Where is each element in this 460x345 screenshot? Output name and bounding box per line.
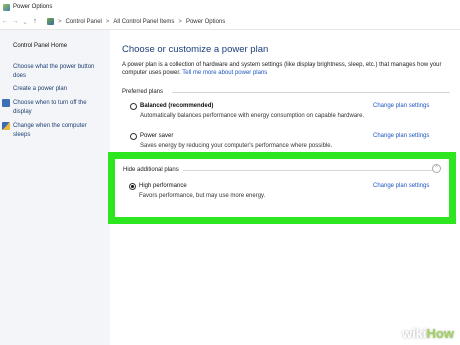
learn-more-link[interactable]: Tell me more about power plans <box>182 70 267 76</box>
power-options-window: Power Options ← → ⌄ ↑ > Control Panel > … <box>0 0 460 345</box>
power-saver-radio[interactable] <box>130 133 137 140</box>
recent-locations-chevron-icon[interactable]: ⌄ <box>20 18 30 26</box>
chevron-up-icon[interactable]: ⌃ <box>432 164 441 173</box>
plan-name: High performance <box>139 183 187 189</box>
sidebar-link-power-button[interactable]: Choose what the power button does <box>13 63 105 81</box>
window-title: Power Options <box>13 4 53 10</box>
breadcrumb-control-panel[interactable]: Control Panel <box>66 19 102 25</box>
highlight-box: Hide additional plans ⌃ High performance… <box>108 152 456 224</box>
back-arrow-icon[interactable]: ← <box>0 18 10 25</box>
hide-additional-divider <box>183 170 433 171</box>
breadcrumb-power-options[interactable]: Power Options <box>186 19 225 25</box>
plan-description: Saves energy by reducing your computer's… <box>140 143 333 149</box>
up-arrow-icon[interactable]: ↑ <box>30 18 40 25</box>
plan-name: Power saver <box>140 133 174 139</box>
intro-description: A power plan is a collection of hardware… <box>122 62 442 76</box>
breadcrumb-separator: > <box>105 18 110 25</box>
intro-text: A power plan is a collection of hardware… <box>122 61 452 77</box>
sidebar-control-panel-home[interactable]: Control Panel Home <box>13 43 67 49</box>
change-plan-settings-high-performance[interactable]: Change plan settings <box>373 183 429 189</box>
balanced-radio[interactable] <box>130 103 137 110</box>
preferred-plans-divider <box>172 92 450 93</box>
display-shield-icon <box>2 99 10 107</box>
control-panel-icon <box>47 18 54 25</box>
plan-power-saver: Power saver Saves energy by reducing you… <box>130 133 360 153</box>
breadcrumb[interactable]: > Control Panel > All Control Panel Item… <box>44 16 225 28</box>
page-title: Choose or customize a power plan <box>122 44 269 55</box>
high-performance-radio[interactable] <box>129 183 136 190</box>
plan-description: Automatically balances performance with … <box>140 113 365 119</box>
sleep-shield-icon <box>2 122 10 130</box>
plan-name: Balanced (recommended) <box>140 103 214 109</box>
wikihow-watermark: wikiHow <box>401 326 454 341</box>
change-plan-settings-power-saver[interactable]: Change plan settings <box>373 133 429 139</box>
plan-high-performance: High performance Favors performance, but… <box>129 183 329 203</box>
address-bar: ← → ⌄ ↑ > Control Panel > All Control Pa… <box>0 14 460 30</box>
breadcrumb-all-items[interactable]: All Control Panel Items <box>113 19 174 25</box>
title-bar: Power Options <box>0 0 460 14</box>
plan-balanced: Balanced (recommended) Automatically bal… <box>130 103 364 123</box>
forward-arrow-icon[interactable]: → <box>10 18 20 25</box>
sidebar-link-create-plan[interactable]: Create a power plan <box>13 85 105 94</box>
preferred-plans-label: Preferred plans <box>122 89 164 95</box>
power-options-icon <box>3 3 10 11</box>
sidebar: Control Panel Home Choose what the power… <box>0 30 110 345</box>
hide-additional-plans-label[interactable]: Hide additional plans <box>123 167 179 173</box>
sidebar-link-sleep[interactable]: Change when the computer sleeps <box>13 122 105 140</box>
plan-description: Favors performance, but may use more ene… <box>139 193 266 199</box>
sidebar-link-display-off[interactable]: Choose when to turn off the display <box>13 99 105 117</box>
breadcrumb-separator: > <box>178 18 182 25</box>
breadcrumb-separator: > <box>58 18 62 25</box>
change-plan-settings-balanced[interactable]: Change plan settings <box>373 103 429 109</box>
